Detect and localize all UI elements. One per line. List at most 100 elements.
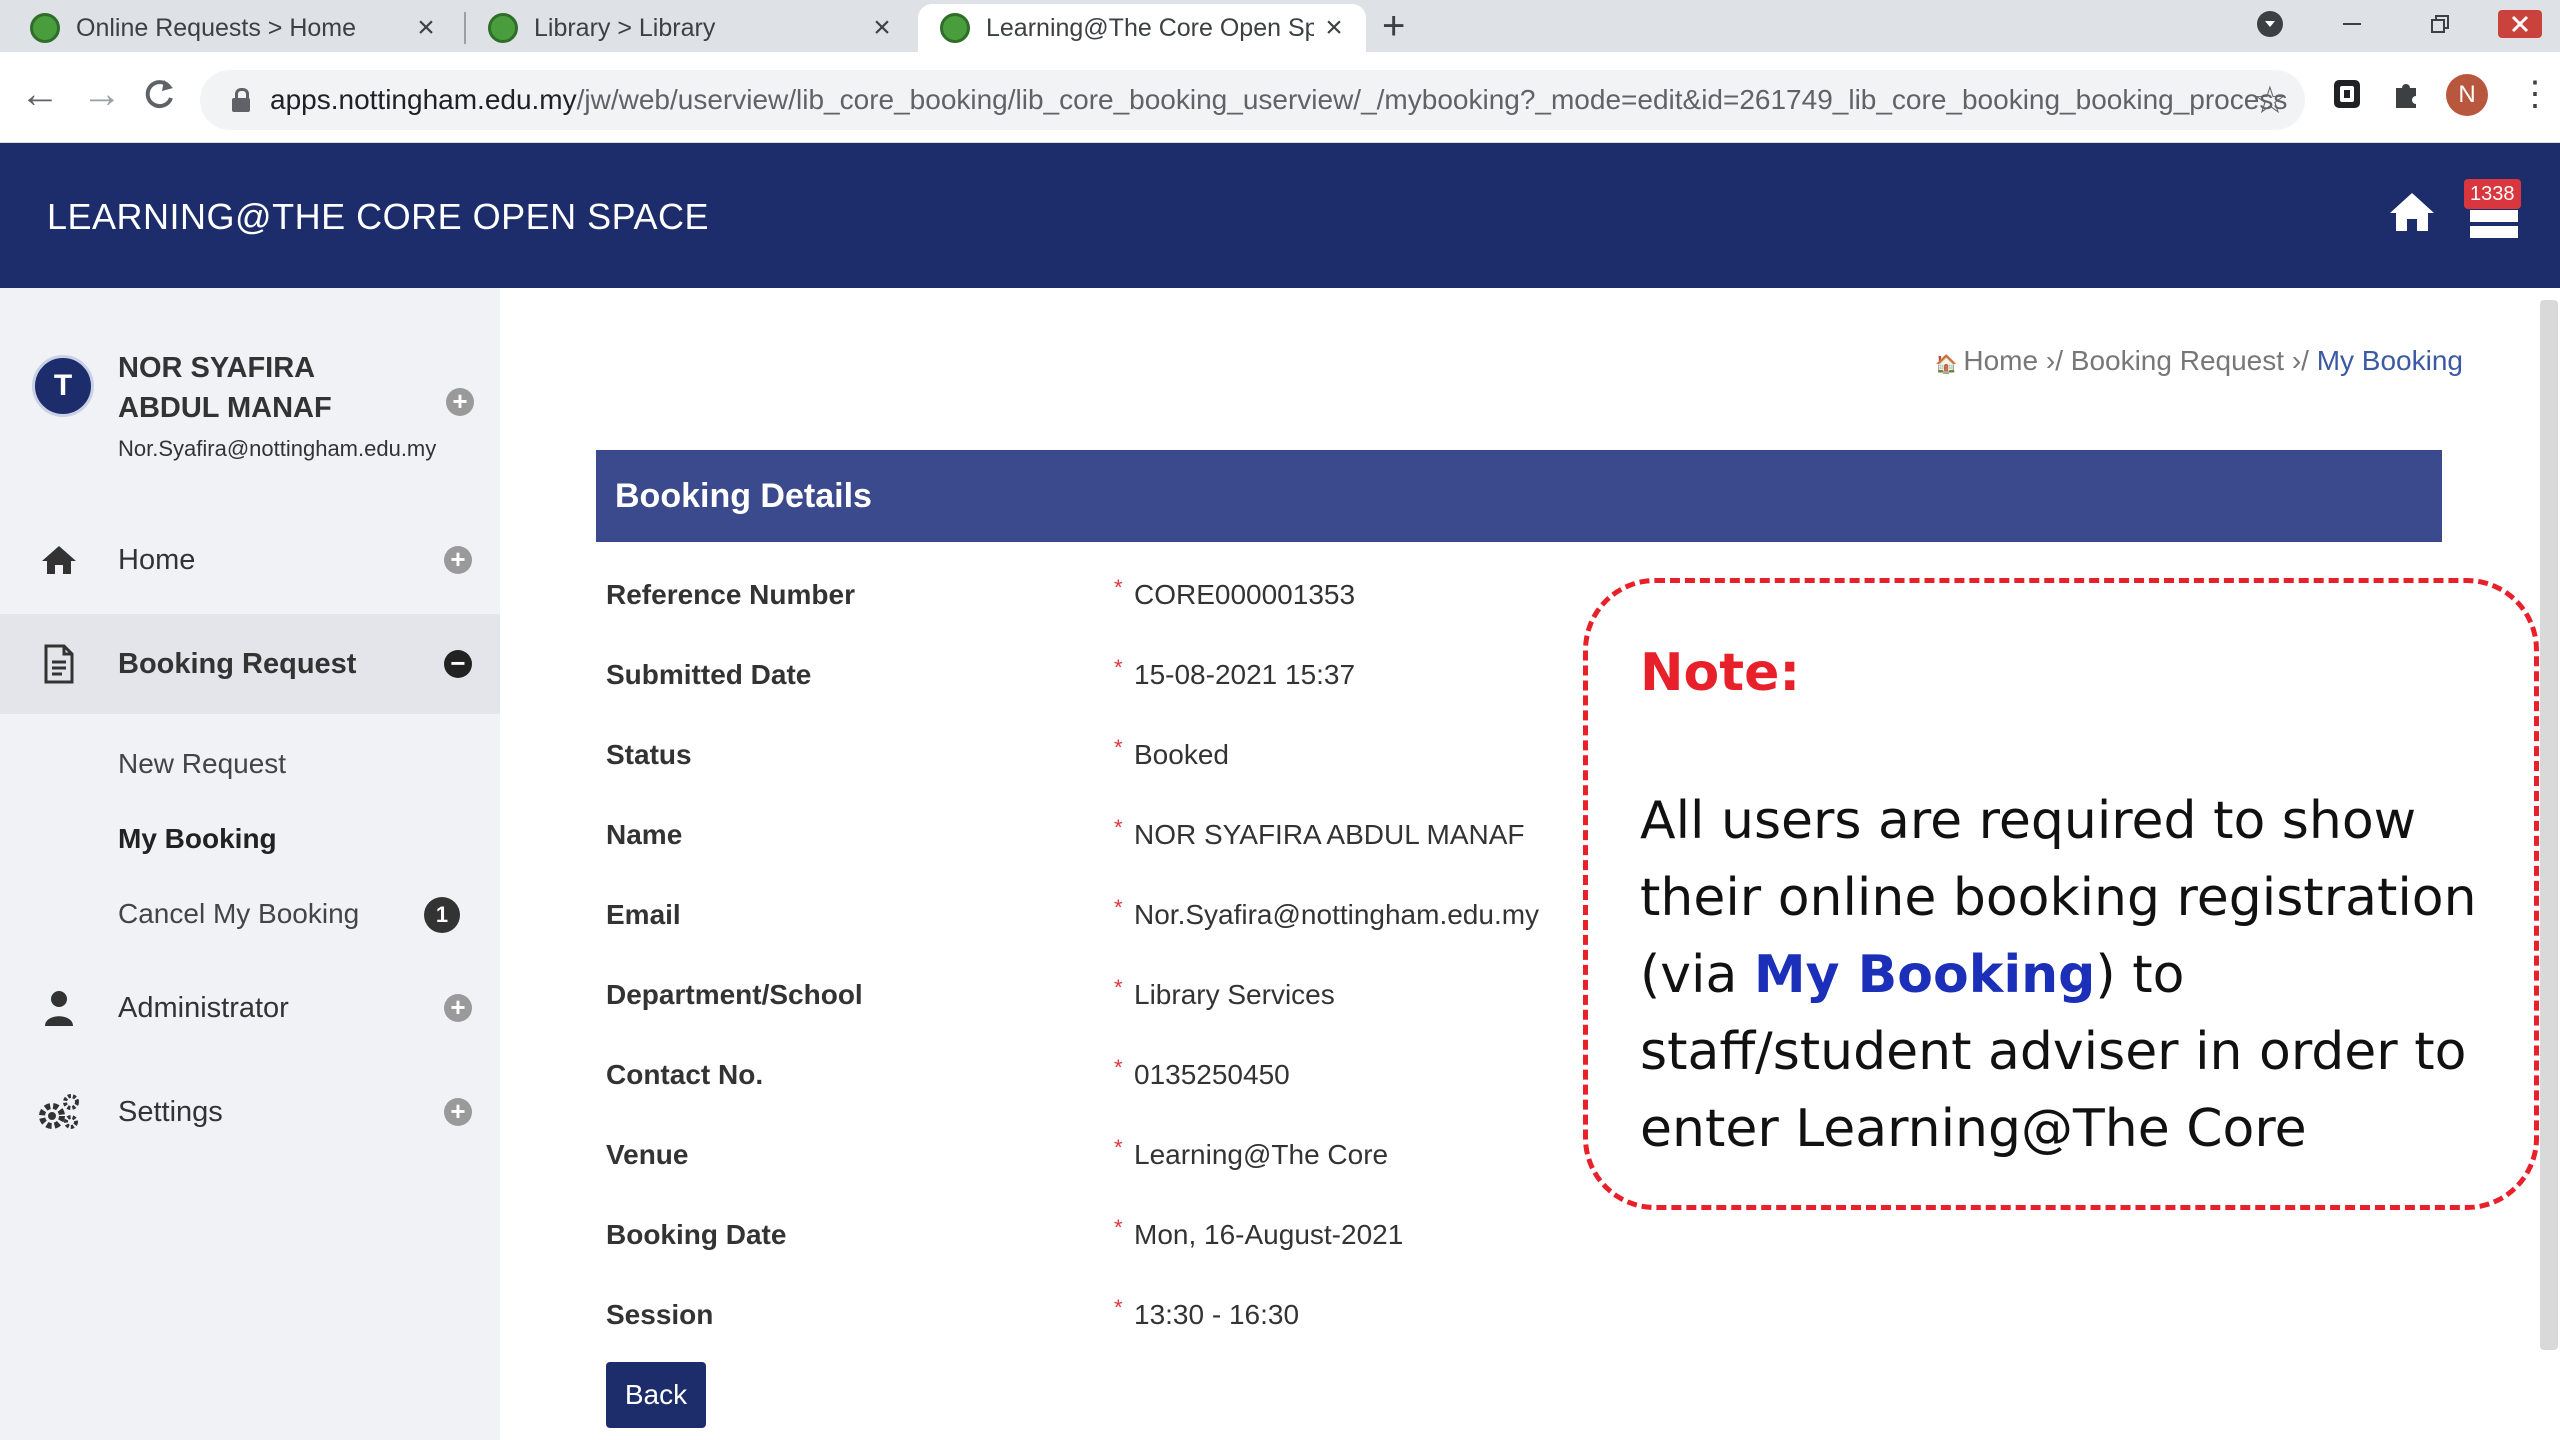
gears-icon xyxy=(0,1092,118,1132)
field-label: Booking Date xyxy=(606,1219,787,1250)
field-label: Venue xyxy=(606,1139,689,1170)
forward-arrow-icon[interactable]: → xyxy=(82,74,122,114)
expand-plus-icon[interactable]: + xyxy=(444,546,472,574)
tab-title: Online Requests > Home xyxy=(76,13,357,42)
sidebar-item-settings[interactable]: Settings + xyxy=(0,1062,500,1162)
tab-close-icon[interactable]: × xyxy=(406,11,446,45)
sidebar-item-label: Settings xyxy=(118,1095,223,1128)
sidebar-item-label: Booking Request xyxy=(118,647,357,680)
sidebar-subitem-my-booking[interactable]: My Booking xyxy=(118,823,277,855)
user-email: Nor.Syafira@nottingham.edu.my xyxy=(118,436,437,461)
breadcrumb-booking-request[interactable]: Booking Request xyxy=(2071,345,2284,376)
user-menu-plus-icon[interactable]: + xyxy=(446,388,474,416)
avatar: T xyxy=(32,355,94,417)
field-value: Mon, 16-August-2021 xyxy=(1114,1215,1403,1251)
note-callout: Note: All users are required to show the… xyxy=(1583,578,2539,1210)
collapse-minus-icon[interactable]: − xyxy=(444,650,472,678)
home-icon xyxy=(0,545,118,575)
field-row-booking-date: Booking Date Mon, 16-August-2021 xyxy=(606,1197,1606,1277)
expand-plus-icon[interactable]: + xyxy=(444,1098,472,1126)
field-label: Submitted Date xyxy=(606,659,812,690)
breadcrumb-separator: ›/ xyxy=(2291,345,2309,376)
field-value: 13:30 - 16:30 xyxy=(1114,1295,1299,1331)
field-row-venue: Venue Learning@The Core xyxy=(606,1117,1606,1197)
tab-close-icon[interactable]: × xyxy=(862,11,902,45)
inbox-count-badge: 1338 xyxy=(2464,179,2521,209)
minimize-icon[interactable] xyxy=(2330,0,2374,48)
tab-title: Library > Library xyxy=(534,13,716,42)
reload-icon[interactable] xyxy=(142,74,176,121)
field-value: Learning@The Core xyxy=(1114,1135,1388,1171)
tab-library[interactable]: Library > Library × xyxy=(466,4,914,52)
field-label: Status xyxy=(606,739,692,770)
field-label: Name xyxy=(606,819,683,850)
sidebar-item-label: Home xyxy=(118,543,196,576)
note-body: All users are required to show their onl… xyxy=(1640,783,2520,1168)
note-my-booking-highlight: My Booking xyxy=(1753,945,2096,1005)
address-bar[interactable]: apps.nottingham.edu.my/jw/web/userview/l… xyxy=(200,70,2305,130)
breadcrumb-current: My Booking xyxy=(2316,345,2463,376)
sidebar-item-administrator[interactable]: Administrator + xyxy=(0,958,500,1058)
field-row-reference-number: Reference Number CORE000001353 xyxy=(606,557,1606,637)
app-header: LEARNING@THE CORE OPEN SPACE 1338 xyxy=(0,143,2560,288)
user-name: NOR SYAFIRA ABDUL MANAF xyxy=(118,352,332,424)
field-value: Booked xyxy=(1114,735,1229,771)
field-label: Email xyxy=(606,899,681,930)
note-title: Note: xyxy=(1640,643,1801,703)
lock-icon[interactable] xyxy=(232,88,250,112)
field-label: Department/School xyxy=(606,979,863,1010)
site-favicon-icon xyxy=(488,13,518,43)
bookmark-star-icon[interactable]: ☆ xyxy=(2253,78,2287,123)
field-label: Session xyxy=(606,1299,714,1330)
back-arrow-icon[interactable]: ← xyxy=(20,74,60,114)
sidebar-item-home[interactable]: Home + xyxy=(0,510,500,610)
field-row-email: Email Nor.Syafira@nottingham.edu.my xyxy=(606,877,1606,957)
field-row-department: Department/School Library Services xyxy=(606,957,1606,1037)
field-row-session: Session 13:30 - 16:30 xyxy=(606,1277,1606,1357)
field-value: Library Services xyxy=(1114,975,1335,1011)
expand-plus-icon[interactable]: + xyxy=(444,994,472,1022)
tab-title: Learning@The Core Open Space xyxy=(986,13,1314,42)
field-row-status: Status Booked xyxy=(606,717,1606,797)
field-value: CORE000001353 xyxy=(1114,575,1355,611)
close-window-icon[interactable] xyxy=(2490,0,2550,48)
app-title: LEARNING@THE CORE OPEN SPACE xyxy=(47,196,709,237)
breadcrumb-separator: ›/ xyxy=(2045,345,2063,376)
extension-icon[interactable] xyxy=(2332,76,2362,117)
browser-menu-icon[interactable] xyxy=(2250,0,2290,48)
new-tab-button[interactable]: + xyxy=(1382,4,1405,48)
tab-learning-core[interactable]: Learning@The Core Open Space × xyxy=(918,4,1366,52)
profile-avatar[interactable]: N xyxy=(2446,74,2488,116)
site-favicon-icon xyxy=(30,13,60,43)
field-label: Reference Number xyxy=(606,579,855,610)
page-scrollbar[interactable] xyxy=(2540,300,2558,1350)
breadcrumb: Home ›/ Booking Request ›/ My Booking xyxy=(1935,345,2463,377)
sidebar-subitem-new-request[interactable]: New Request xyxy=(118,748,286,780)
back-button[interactable]: Back xyxy=(606,1362,706,1428)
restore-icon[interactable] xyxy=(2418,0,2462,48)
field-row-contact-no: Contact No. 0135250450 xyxy=(606,1037,1606,1117)
sidebar-item-label: Administrator xyxy=(118,991,289,1024)
field-row-name: Name NOR SYAFIRA ABDUL MANAF xyxy=(606,797,1606,877)
breadcrumb-home[interactable]: Home xyxy=(1935,345,2038,376)
field-label: Contact No. xyxy=(606,1059,764,1090)
browser-more-menu-icon[interactable]: ⋮ xyxy=(2518,76,2552,112)
sidebar: T NOR SYAFIRA ABDUL MANAF Nor.Syafira@no… xyxy=(0,288,500,1440)
field-value: 0135250450 xyxy=(1114,1055,1290,1091)
cancel-count-badge: 1 xyxy=(424,897,460,933)
person-icon xyxy=(0,989,118,1027)
panel-title: Booking Details xyxy=(596,450,2442,542)
tab-online-requests[interactable]: Online Requests > Home × xyxy=(8,4,458,52)
tab-close-icon[interactable]: × xyxy=(1314,11,1354,45)
sidebar-subitem-cancel-my-booking[interactable]: Cancel My Booking xyxy=(118,898,359,930)
sidebar-item-booking-request[interactable]: Booking Request − xyxy=(0,614,500,714)
site-favicon-icon xyxy=(940,13,970,43)
browser-tab-bar: Online Requests > Home × Library > Libra… xyxy=(0,0,2560,52)
field-value: Nor.Syafira@nottingham.edu.my xyxy=(1114,895,1539,931)
header-home-icon[interactable] xyxy=(2388,191,2436,238)
url-text[interactable]: apps.nottingham.edu.my/jw/web/userview/l… xyxy=(270,84,2287,116)
extensions-puzzle-icon[interactable] xyxy=(2390,78,2422,115)
document-icon xyxy=(0,644,118,684)
field-row-submitted-date: Submitted Date 15-08-2021 15:37 xyxy=(606,637,1606,717)
browser-toolbar: ← → apps.nottingham.edu.my/jw/web/uservi… xyxy=(0,52,2560,143)
